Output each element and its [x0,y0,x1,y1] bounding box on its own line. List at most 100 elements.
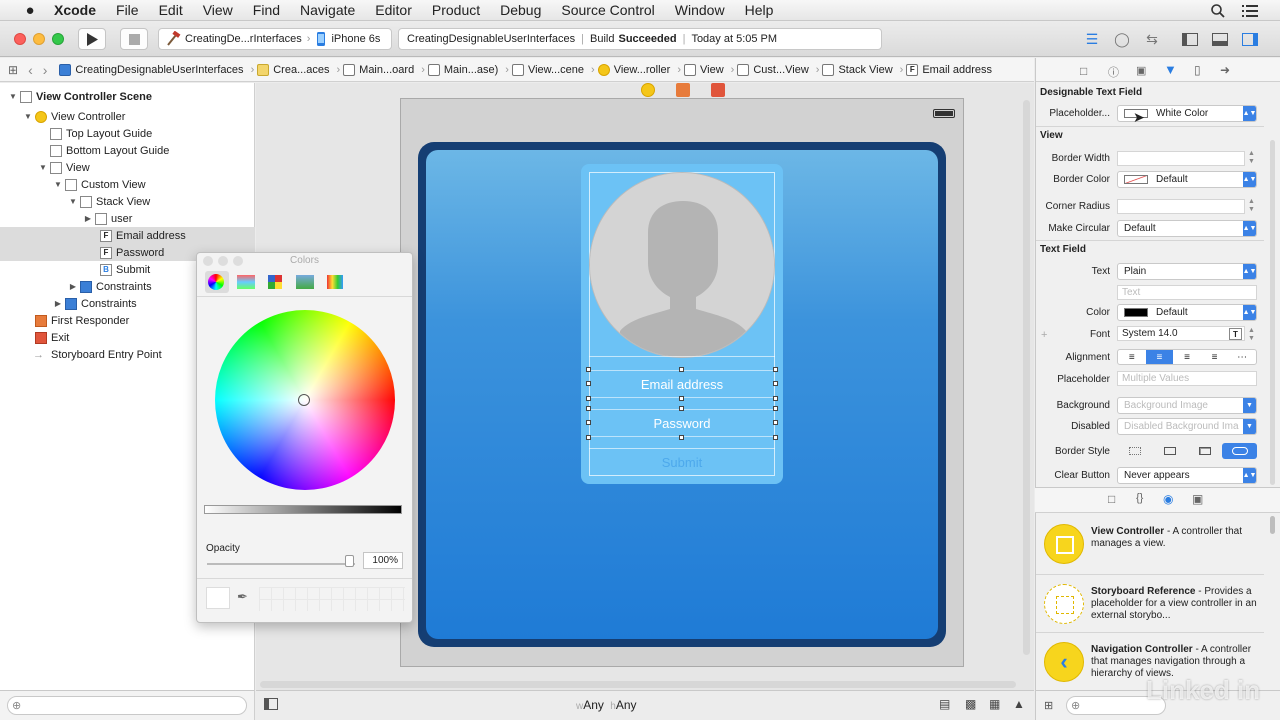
align-center-icon[interactable]: ≡ [1145,350,1174,364]
background-image-popup[interactable]: Background Image ▼ [1117,397,1257,414]
eyedropper-icon[interactable]: ✒ [237,589,248,605]
disclosure-closed-icon[interactable]: ▶ [83,214,93,223]
stack-icon[interactable]: ▤ [939,697,950,711]
opacity-slider-knob[interactable] [345,555,354,567]
border-none-icon[interactable] [1117,443,1152,459]
password-field[interactable]: Password [586,406,778,440]
forward-arrow-icon[interactable]: › [43,62,48,78]
outline-row-stack-view[interactable]: ▼ Stack View [0,193,255,210]
stop-button[interactable] [120,28,148,50]
menu-view[interactable]: View [203,2,233,18]
crumb-view[interactable]: View [684,63,724,76]
navigator-toggle-icon[interactable] [1180,30,1200,48]
add-font-variation-icon[interactable]: + [1041,329,1047,341]
pin-icon[interactable]: ▦ [989,697,1000,711]
border-color-popup[interactable]: Default ▲▼ [1117,171,1257,188]
brightness-slider[interactable] [204,505,402,514]
color-wheel-tab-icon[interactable] [208,274,224,290]
current-color-well[interactable] [206,587,230,609]
alignment-control[interactable]: ≡ ≡ ≡ ≡ ⋯ [1117,349,1257,365]
text-color-popup[interactable]: Default ▲▼ [1117,304,1257,321]
outline-row-bottom-layout-guide[interactable]: Bottom Layout Guide [0,142,255,159]
menu-window[interactable]: Window [675,2,725,18]
menu-edit[interactable]: Edit [159,2,183,18]
library-item-storyboard-reference[interactable]: Storyboard Reference - Provides a placeh… [1036,578,1264,632]
text-content-field[interactable]: Text [1117,285,1257,300]
disclosure-open-icon[interactable]: ▼ [53,180,63,189]
crumb-stack-view[interactable]: Stack View [822,63,893,76]
disclosure-open-icon[interactable]: ▼ [38,163,48,172]
debug-area-toggle-icon[interactable] [1210,30,1230,48]
library-item-view-controller[interactable]: View Controller - A controller that mana… [1036,518,1264,572]
color-swatch-grid[interactable] [259,587,405,611]
scheme-selector[interactable]: CreatingDe...rInterfaces › iPhone 6s [158,28,392,50]
crumb-custom-view[interactable]: Cust...View [737,63,809,76]
crumb-view-controller[interactable]: View...roller [597,63,670,76]
opacity-slider[interactable] [207,563,355,565]
utilities-toggle-icon[interactable] [1240,30,1260,48]
disclosure-open-icon[interactable]: ▼ [23,112,33,121]
attributes-inspector-icon[interactable]: ▼ [1164,62,1177,77]
show-outline-icon[interactable] [264,698,278,710]
scene-dock-view-controller-icon[interactable] [641,83,655,97]
crumb-storyboard-base[interactable]: Main...ase) [427,63,498,76]
align-left-icon[interactable]: ≡ [1118,350,1146,364]
assistant-editor-icon[interactable]: ◯ [1112,30,1132,48]
menu-find[interactable]: Find [253,2,280,18]
library-scrollbar[interactable] [1270,516,1275,534]
code-snippet-library-icon[interactable]: {} [1136,492,1143,504]
outline-row-top-layout-guide[interactable]: Top Layout Guide [0,125,255,142]
menu-file[interactable]: File [116,2,139,18]
outline-row-view[interactable]: ▼ View [0,159,255,176]
border-line-icon[interactable] [1152,443,1187,459]
text-type-popup[interactable]: Plain ▲▼ [1117,263,1257,280]
file-template-library-icon[interactable]: □ [1108,492,1115,506]
outline-row-view-controller[interactable]: ▼ View Controller [0,108,255,125]
font-size-stepper[interactable]: ▲ ▼ [1248,327,1255,343]
version-editor-icon[interactable]: ⇆ [1142,30,1162,48]
align-icon[interactable]: ▩ [965,697,976,711]
menu-editor[interactable]: Editor [375,2,412,18]
standard-editor-icon[interactable]: ☰ [1082,30,1102,48]
disclosure-closed-icon[interactable]: ▶ [68,282,78,291]
identity-inspector-icon[interactable]: ▣ [1136,64,1146,77]
quick-help-icon[interactable]: ⓘ [1108,64,1119,80]
email-address-field[interactable]: Email address [586,367,778,401]
outline-row-custom-view[interactable]: ▼ Custom View [0,176,255,193]
apple-menu-icon[interactable]: ● [20,2,40,19]
outline-row-user[interactable]: ▶ user [0,210,255,227]
crayons-tab-icon[interactable] [327,275,343,289]
menu-help[interactable]: Help [745,2,774,18]
color-sliders-tab-icon[interactable] [237,275,255,289]
color-palettes-tab-icon[interactable] [268,275,282,289]
spotlight-search-icon[interactable] [1210,3,1226,19]
grid-view-icon[interactable]: ⊞ [1044,699,1053,712]
media-library-icon[interactable]: ▣ [1192,492,1203,506]
file-inspector-icon[interactable]: □ [1080,64,1087,78]
scene-dock-exit-icon[interactable] [711,83,725,97]
crumb-project[interactable]: CreatingDesignableUserInterfaces [59,63,244,76]
object-library-icon[interactable]: ◉ [1163,492,1173,506]
outline-filter-field[interactable]: ⊕ [7,696,247,715]
color-wheel-cursor[interactable] [298,394,310,406]
crumb-storyboard[interactable]: Main...oard [343,63,414,76]
border-bezel-icon[interactable] [1187,443,1222,459]
border-width-field[interactable] [1117,151,1245,166]
outline-row-scene[interactable]: ▼ View Controller Scene [0,88,255,105]
disclosure-open-icon[interactable]: ▼ [68,197,78,206]
inspector-scrollbar[interactable] [1270,140,1275,485]
opacity-value-field[interactable]: 100% [363,552,403,569]
canvas-horizontal-scrollbar[interactable] [260,681,1016,688]
minimize-window-button[interactable] [33,33,45,45]
crumb-folder[interactable]: Crea...aces [257,63,329,76]
font-picker-icon[interactable]: T [1229,328,1242,340]
border-width-stepper[interactable]: ▲ ▼ [1248,150,1255,166]
corner-radius-field[interactable] [1117,199,1245,214]
zoom-window-button[interactable] [52,33,64,45]
menu-navigate[interactable]: Navigate [300,2,355,18]
menu-product[interactable]: Product [432,2,480,18]
notification-center-icon[interactable] [1242,4,1258,18]
align-right-icon[interactable]: ≡ [1173,350,1201,364]
image-palettes-tab-icon[interactable] [296,275,314,289]
corner-radius-stepper[interactable]: ▲ ▼ [1248,198,1255,214]
